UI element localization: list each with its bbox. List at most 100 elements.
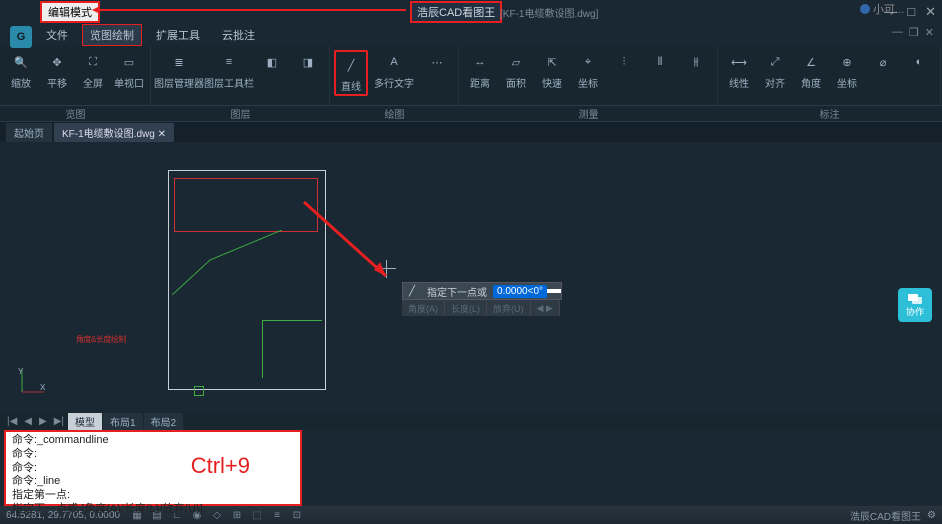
dynamic-input[interactable]: ╱ 指定下一点或 0.0000<0°: [402, 282, 562, 300]
cmd-line: 命令:: [12, 462, 294, 476]
window-controls: — □ ✕: [884, 4, 936, 20]
layout-tab-模型[interactable]: 模型: [68, 413, 102, 430]
quick-icon: ⇱: [540, 50, 564, 74]
doc-tab-1[interactable]: KF-1电缆敷设图.dwg ✕: [54, 123, 174, 142]
ribbon-m3-button[interactable]: ⫵: [679, 50, 713, 90]
doc-tab-0[interactable]: 起始页: [6, 123, 52, 142]
app-title: 浩辰CAD看图王: [410, 1, 502, 23]
opt-nav[interactable]: ◀ ▶: [531, 302, 560, 315]
ribbon-quick-button[interactable]: ⇱快速: [535, 50, 569, 90]
ribbon-fullscreen-button[interactable]: ⛶全屏: [76, 50, 110, 90]
mtext-icon: A: [382, 50, 406, 74]
layer-a-icon: ◧: [260, 50, 284, 74]
ribbon-pan-button[interactable]: ✥平移: [40, 50, 74, 90]
ribbon-d1-button[interactable]: ⊕坐标: [830, 50, 864, 90]
ribbon-single-view-button[interactable]: ▭单视口: [112, 50, 146, 90]
layer-b-icon: ◨: [296, 50, 320, 74]
extra-icon: ⋯: [425, 50, 449, 74]
ribbon-mtext-button[interactable]: A多行文字: [370, 50, 418, 96]
collab-button[interactable]: 协作: [898, 288, 932, 322]
layout-tab-布局2[interactable]: 布局2: [144, 413, 184, 430]
close2-icon[interactable]: ✕: [925, 26, 934, 39]
ribbon-angle-button[interactable]: ∠角度: [794, 50, 828, 90]
ribbon-area-button[interactable]: ▱面积: [499, 50, 533, 90]
red-rect: [174, 178, 318, 232]
ribbon-layer-mgr-button[interactable]: ≣图层管理器: [155, 50, 203, 90]
restore-icon[interactable]: ❐: [909, 26, 919, 39]
ribbon-dist-button[interactable]: ↔距离: [463, 50, 497, 90]
ribbon-layer-b-button[interactable]: ◨: [291, 50, 325, 90]
ribbon-extra-button[interactable]: ⋯: [420, 50, 454, 96]
menu-3[interactable]: 云批注: [214, 24, 263, 46]
ribbon: 🔍缩放✥平移⛶全屏▭单视口≣图层管理器≡图层工具栏◧◨╱直线A多行文字⋯↔距离▱…: [0, 46, 942, 106]
layout-tabs: |◀◀▶▶|模型布局1布局2: [0, 412, 942, 430]
opt-angle[interactable]: 角度(A): [402, 301, 445, 316]
linear-icon: ⟷: [727, 50, 751, 74]
ribbon-line-button[interactable]: ╱直线: [334, 50, 368, 96]
ribbon-coord-button[interactable]: ⌖坐标: [571, 50, 605, 90]
ribbon-m2-button[interactable]: ⫴: [643, 50, 677, 90]
layer-mgr-icon: ≣: [167, 50, 191, 74]
config-icon[interactable]: ⚙: [927, 510, 936, 521]
zoom-icon: 🔍: [9, 50, 33, 74]
min2-icon[interactable]: —: [892, 26, 903, 39]
m3-icon: ⫵: [684, 50, 708, 74]
layout-tab-布局1[interactable]: 布局1: [103, 413, 143, 430]
close-button[interactable]: ✕: [925, 4, 936, 20]
prompt-text: 指定下一点或: [421, 282, 493, 301]
layer-tools-icon: ≡: [217, 50, 241, 74]
drawing-canvas[interactable]: 角度&长度绘制 YX ╱ 指定下一点或 0.0000<0° 角度(A) 长度(L…: [0, 142, 942, 412]
menu-2[interactable]: 扩展工具: [148, 24, 208, 46]
layout-nav[interactable]: |◀: [4, 416, 20, 427]
title-bar: 编辑模式 浩辰CAD看图王 [KF-1电缆敷设图.dwg] 小可... — □ …: [0, 0, 942, 24]
m1-icon: ⫶: [612, 50, 636, 74]
menu-1[interactable]: 览图绘制: [82, 24, 142, 46]
ribbon-m1-button[interactable]: ⫶: [607, 50, 641, 90]
d1-icon: ⊕: [835, 50, 859, 74]
file-name: [KF-1电缆敷设图.dwg]: [500, 5, 598, 20]
cmd-line: 指定第一点:: [12, 489, 294, 503]
layout-nav[interactable]: ▶: [36, 416, 50, 427]
layout-nav[interactable]: ▶|: [51, 416, 67, 427]
dist-icon: ↔: [468, 50, 492, 74]
ribbon-d3-button[interactable]: ◐: [902, 50, 936, 90]
svg-text:X: X: [40, 383, 46, 392]
coord-icon: ⌖: [576, 50, 600, 74]
minimize-button[interactable]: —: [884, 4, 897, 20]
command-line-panel[interactable]: Ctrl+9 命令:_commandline命令:命令:命令:_line指定第一…: [4, 430, 302, 506]
annotation-arrow-2: [300, 198, 400, 288]
maximize-button[interactable]: □: [907, 4, 915, 20]
single-view-icon: ▭: [117, 50, 141, 74]
layout-nav[interactable]: ◀: [21, 416, 35, 427]
red-annotation-label: 角度&长度绘制: [76, 334, 126, 345]
footer-brand: 浩辰CAD看图王: [850, 508, 921, 523]
ucs-icon: YX: [18, 366, 48, 396]
prompt-value[interactable]: 0.0000<0°: [493, 285, 547, 298]
green-polyline: [172, 230, 282, 295]
opt-length[interactable]: 长度(L): [445, 301, 487, 316]
ribbon-d2-button[interactable]: ⌀: [866, 50, 900, 90]
menu-0[interactable]: 文件: [38, 24, 76, 46]
opt-undo[interactable]: 放弃(U): [487, 301, 531, 316]
cmd-line: 指定下一点或 [角度(A)/长度(L)/放弃(U)]:: [12, 503, 294, 517]
document-tabs: 起始页KF-1电缆敷设图.dwg ✕: [0, 122, 942, 142]
dynamic-input-options: 角度(A) 长度(L) 放弃(U) ◀ ▶: [402, 300, 560, 316]
annotation-arrow-1: [96, 9, 406, 11]
ribbon-layer-a-button[interactable]: ◧: [255, 50, 289, 90]
angle-icon: ∠: [799, 50, 823, 74]
menu-right-controls: — ❐ ✕: [892, 26, 934, 39]
grip-handle[interactable]: [194, 386, 204, 396]
ribbon-linear-button[interactable]: ⟷线性: [722, 50, 756, 90]
ribbon-layer-tools-button[interactable]: ≡图层工具栏: [205, 50, 253, 90]
m2-icon: ⫴: [648, 50, 672, 74]
app-icon[interactable]: G: [10, 26, 32, 48]
cmd-line: 命令:_commandline: [12, 434, 294, 448]
area-icon: ▱: [504, 50, 528, 74]
ribbon-zoom-button[interactable]: 🔍缩放: [4, 50, 38, 90]
line-icon: ╱: [403, 284, 421, 299]
shortcut-overlay: Ctrl+9: [191, 452, 250, 480]
ribbon-align-button[interactable]: ⤢对齐: [758, 50, 792, 90]
cmd-line: 命令:: [12, 448, 294, 462]
line-icon: ╱: [339, 53, 363, 77]
ribbon-group-labels: 览图图层绘图测量标注: [0, 106, 942, 122]
